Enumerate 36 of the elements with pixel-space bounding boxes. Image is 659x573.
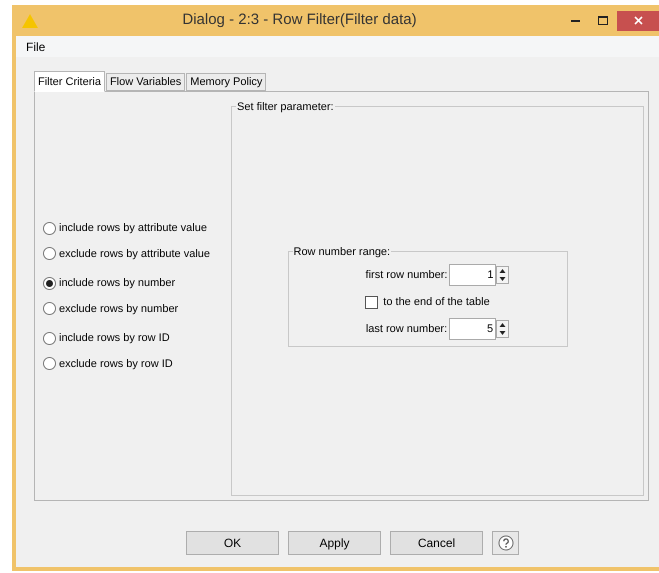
radio-button[interactable]	[43, 222, 56, 235]
close-button[interactable]	[617, 10, 659, 30]
tab[interactable]: Filter Criteria	[34, 71, 105, 92]
dialog-button[interactable]: Cancel	[390, 531, 483, 555]
spinner-arrows-icon	[496, 266, 510, 284]
field-label: last row number:	[366, 322, 448, 337]
help-button[interactable]	[492, 531, 519, 555]
radio-label: exclude rows by attribute value	[59, 246, 210, 262]
minimize-icon	[570, 19, 580, 22]
close-icon	[634, 16, 642, 25]
radio-label: exclude rows by row ID	[59, 356, 173, 372]
radio-button[interactable]	[43, 302, 56, 316]
radio-label: exclude rows by number	[59, 302, 178, 316]
tab[interactable]: Flow Variables	[106, 73, 186, 91]
maximize-icon	[598, 16, 608, 25]
window-title: Dialog - 2:3 - Row Filter(Filter data)	[181, 10, 418, 30]
warning-icon	[22, 14, 38, 28]
help-icon	[498, 535, 514, 551]
radio-label: include rows by row ID	[59, 331, 170, 346]
checkbox[interactable]	[365, 296, 378, 308]
radio-button[interactable]	[43, 332, 56, 345]
radio-button[interactable]	[43, 247, 56, 260]
radio-button[interactable]	[43, 357, 56, 370]
radio-label: include rows by number	[59, 276, 176, 291]
dialog-button[interactable]: OK	[186, 531, 279, 555]
field-label: first row number:	[366, 268, 448, 282]
dialog-button[interactable]: Apply	[288, 531, 381, 555]
radio-button[interactable]	[43, 276, 56, 290]
menu-item[interactable]: File	[26, 38, 46, 56]
group-title: Set filter parameter:	[236, 99, 335, 116]
spinner-arrows-icon	[496, 320, 510, 338]
checkbox-label: to the end of the table	[383, 294, 490, 310]
first-row-field[interactable]: 1	[449, 264, 496, 286]
last-row-field[interactable]: 5	[449, 318, 496, 340]
radio-label: include rows by attribute value	[59, 221, 207, 236]
tab[interactable]: Memory Policy	[186, 73, 266, 91]
